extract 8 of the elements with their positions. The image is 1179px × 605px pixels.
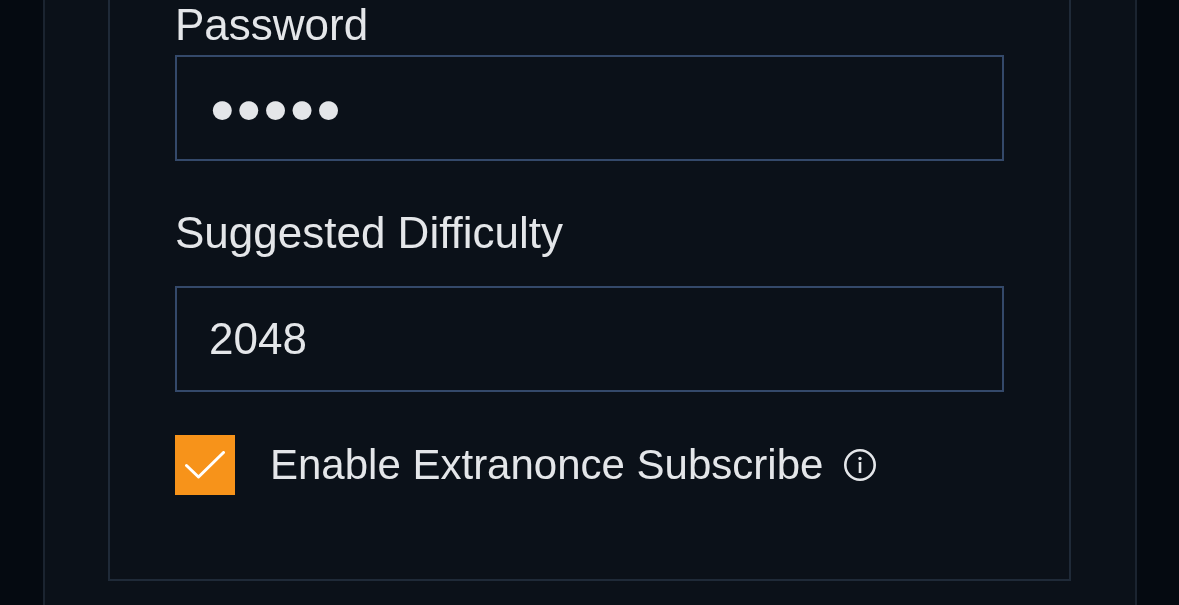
- field-label: Password: [175, 0, 370, 50]
- checkbox[interactable]: [175, 435, 235, 495]
- field-label: Suggested Difficulty: [175, 208, 565, 258]
- info-icon[interactable]: [844, 449, 877, 481]
- checkbox-label: Enable Extranonce Subscribe: [270, 440, 824, 490]
- input-field[interactable]: ●●●●●: [175, 55, 1004, 161]
- check-icon: [185, 451, 225, 479]
- input-field[interactable]: 2048: [175, 286, 1004, 392]
